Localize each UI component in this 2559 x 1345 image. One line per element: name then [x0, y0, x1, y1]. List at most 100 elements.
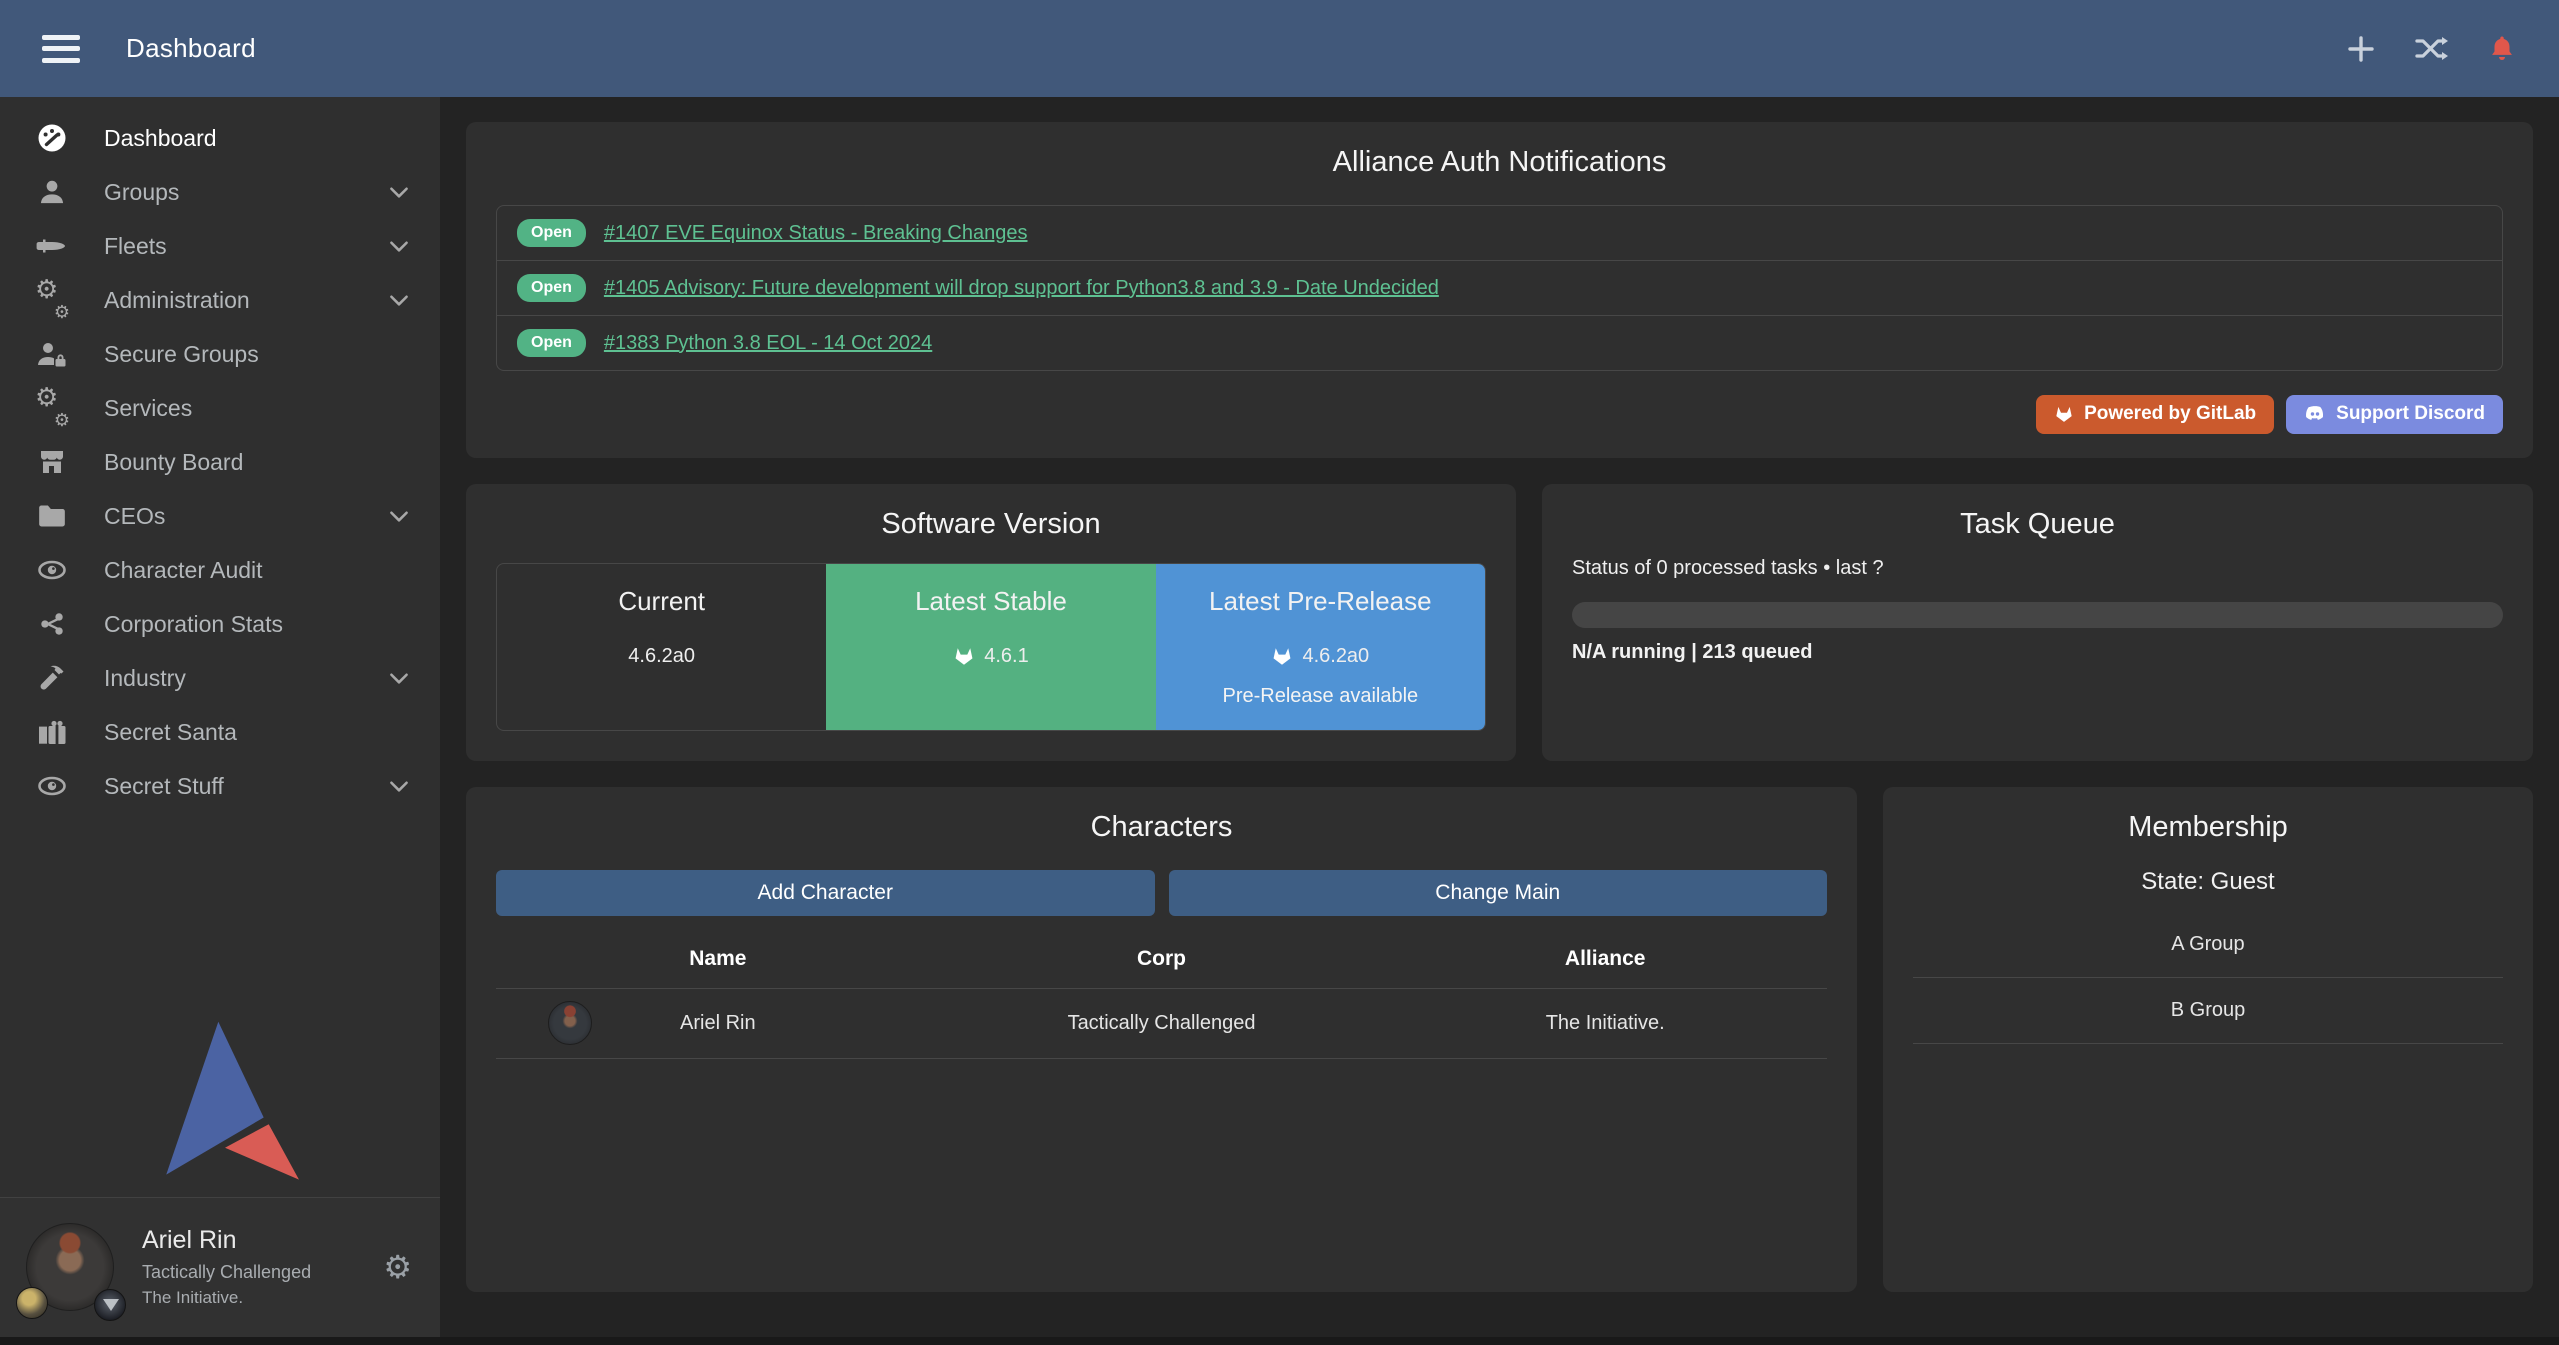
- sidebar-item-groups[interactable]: Groups: [0, 165, 440, 219]
- notifications-panel: Alliance Auth Notifications Open #1407 E…: [466, 122, 2533, 458]
- notification-link[interactable]: #1407 EVE Equinox Status - Breaking Chan…: [604, 222, 1028, 245]
- sidebar-item-label: Industry: [104, 665, 186, 692]
- notifications-title: Alliance Auth Notifications: [496, 146, 2503, 179]
- user-icon: [34, 175, 70, 209]
- version-comparison: Current 4.6.2a0 Latest Stable 4.6.1 Late…: [496, 563, 1486, 731]
- sidebar-item-label: Secret Santa: [104, 719, 237, 746]
- version-stable-cell: Latest Stable 4.6.1: [826, 564, 1155, 730]
- sidebar-item-label: Secure Groups: [104, 341, 259, 368]
- user-corp: Tactically Challenged: [142, 1262, 311, 1283]
- software-version-title: Software Version: [496, 508, 1486, 541]
- sidebar-item-label: Bounty Board: [104, 449, 243, 476]
- notifications-list: Open #1407 EVE Equinox Status - Breaking…: [496, 205, 2503, 371]
- sidebar-item-character-audit[interactable]: Character Audit: [0, 543, 440, 597]
- gitlab-badge[interactable]: Powered by GitLab: [2036, 395, 2274, 434]
- cell-character-corp: Tactically Challenged: [940, 1012, 1384, 1035]
- sidebar-item-label: Fleets: [104, 233, 167, 260]
- sidebar-item-secure-groups[interactable]: Secure Groups: [0, 327, 440, 381]
- alliance-logo-icon: [94, 1289, 126, 1321]
- main-content: Alliance Auth Notifications Open #1407 E…: [440, 97, 2559, 1337]
- sidebar-item-administration[interactable]: ⚙⚙ Administration: [0, 273, 440, 327]
- column-header-corp: Corp: [940, 947, 1384, 971]
- store-icon: [34, 445, 70, 479]
- task-queue-title: Task Queue: [1572, 508, 2503, 541]
- gifts-icon: [34, 715, 70, 749]
- chevron-down-icon: [386, 233, 412, 259]
- chevron-down-icon: [386, 665, 412, 691]
- column-header-alliance: Alliance: [1383, 947, 1827, 971]
- gears-icon: ⚙⚙: [34, 283, 70, 317]
- add-character-button[interactable]: Add Character: [496, 870, 1155, 916]
- sidebar-item-services[interactable]: ⚙⚙ Services: [0, 381, 440, 435]
- settings-gear-icon[interactable]: ⚙: [383, 1251, 412, 1283]
- task-queue-counts: N/A running | 213 queued: [1572, 641, 2503, 664]
- notification-item: Open #1405 Advisory: Future development …: [497, 260, 2502, 315]
- version-prerelease-cell: Latest Pre-Release 4.6.2a0 Pre-Release a…: [1156, 564, 1485, 730]
- characters-title: Characters: [496, 811, 1827, 844]
- sidebar-item-label: Groups: [104, 179, 179, 206]
- shuffle-icon[interactable]: [2415, 35, 2449, 62]
- eye-icon: [34, 553, 70, 587]
- characters-panel: Characters Add Character Change Main Nam…: [466, 787, 1857, 1292]
- sidebar-item-label: Corporation Stats: [104, 611, 283, 638]
- group-list-item: A Group: [1913, 912, 2503, 978]
- top-navbar: Dashboard: [0, 0, 2559, 97]
- change-main-button[interactable]: Change Main: [1169, 870, 1828, 916]
- task-queue-panel: Task Queue Status of 0 processed tasks •…: [1542, 484, 2533, 761]
- gitlab-fox-icon: [1271, 645, 1293, 667]
- sidebar-item-label: Character Audit: [104, 557, 263, 584]
- notification-item: Open #1407 EVE Equinox Status - Breaking…: [497, 206, 2502, 260]
- gears-icon: ⚙⚙: [34, 391, 70, 425]
- sidebar-item-label: Services: [104, 395, 192, 422]
- notifications-bell-icon[interactable]: [2487, 34, 2517, 64]
- eye-icon: [34, 769, 70, 803]
- column-header-name: Name: [496, 947, 940, 971]
- chevron-down-icon: [386, 773, 412, 799]
- user-alliance: The Initiative.: [142, 1288, 311, 1308]
- notification-item: Open #1383 Python 3.8 EOL - 14 Oct 2024: [497, 315, 2502, 370]
- add-icon[interactable]: [2345, 33, 2377, 65]
- sidebar-item-label: Secret Stuff: [104, 773, 224, 800]
- task-queue-progressbar: [1572, 602, 2503, 628]
- notification-link[interactable]: #1405 Advisory: Future development will …: [604, 277, 1439, 300]
- chevron-down-icon: [386, 503, 412, 529]
- sidebar-item-ceos[interactable]: CEOs: [0, 489, 440, 543]
- chevron-down-icon: [386, 179, 412, 205]
- page-title: Dashboard: [126, 33, 256, 64]
- group-list-item: B Group: [1913, 978, 2503, 1044]
- notification-link[interactable]: #1383 Python 3.8 EOL - 14 Oct 2024: [604, 332, 932, 355]
- table-header-row: Name Corp Alliance: [496, 928, 1827, 989]
- sidebar-item-label: Administration: [104, 287, 250, 314]
- discord-icon: [2304, 405, 2326, 423]
- sidebar-item-fleets[interactable]: Fleets: [0, 219, 440, 273]
- task-queue-status: Status of 0 processed tasks • last ?: [1572, 557, 2503, 580]
- alliance-auth-logo: [0, 1015, 440, 1197]
- dashboard-gauge-icon: [34, 121, 70, 155]
- share-nodes-icon: [34, 607, 70, 641]
- discord-badge[interactable]: Support Discord: [2286, 395, 2503, 434]
- user-avatar: [26, 1223, 114, 1311]
- sidebar-item-dashboard[interactable]: Dashboard: [0, 111, 440, 165]
- status-badge: Open: [517, 219, 586, 247]
- characters-table: Name Corp Alliance Ariel Rin Tactically …: [496, 928, 1827, 1059]
- sidebar-item-secret-santa[interactable]: Secret Santa: [0, 705, 440, 759]
- membership-panel: Membership State: Guest A Group B Group: [1883, 787, 2533, 1292]
- group-list: A Group B Group: [1913, 912, 2503, 1044]
- sidebar-item-bounty-board[interactable]: Bounty Board: [0, 435, 440, 489]
- sidebar-item-industry[interactable]: Industry: [0, 651, 440, 705]
- table-row: Ariel Rin Tactically Challenged The Init…: [496, 989, 1827, 1059]
- menu-toggle-icon[interactable]: [42, 35, 80, 63]
- corp-logo-icon: [16, 1287, 48, 1319]
- sidebar-user-panel: Ariel Rin Tactically Challenged The Init…: [0, 1197, 440, 1337]
- hammer-icon: [34, 661, 70, 695]
- character-portrait: [548, 1001, 592, 1045]
- cell-character-alliance: The Initiative.: [1383, 1012, 1827, 1035]
- sidebar-item-secret-stuff[interactable]: Secret Stuff: [0, 759, 440, 813]
- user-lock-icon: [34, 337, 70, 371]
- status-badge: Open: [517, 329, 586, 357]
- software-version-panel: Software Version Current 4.6.2a0 Latest …: [466, 484, 1516, 761]
- version-current-cell: Current 4.6.2a0: [497, 564, 826, 730]
- membership-state: State: Guest: [1913, 868, 2503, 896]
- status-badge: Open: [517, 274, 586, 302]
- sidebar-item-corporation-stats[interactable]: Corporation Stats: [0, 597, 440, 651]
